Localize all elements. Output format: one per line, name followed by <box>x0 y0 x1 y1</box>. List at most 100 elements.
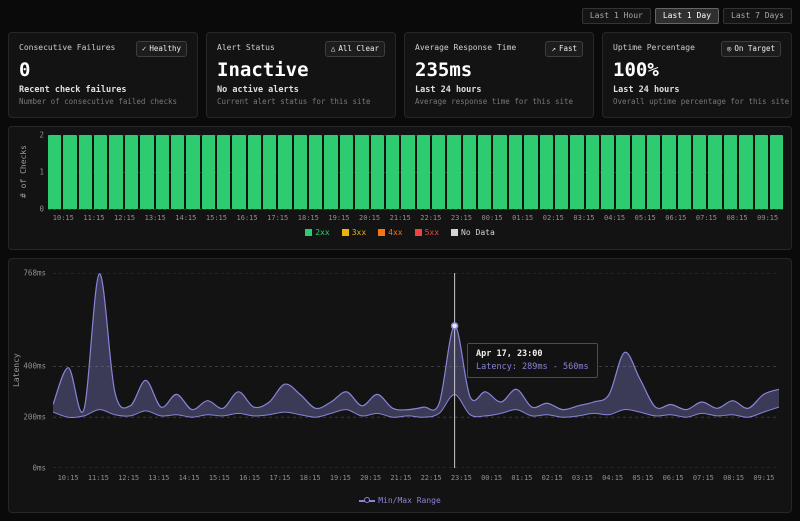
time-range-button-last-1-day[interactable]: Last 1 Day <box>655 8 719 24</box>
legend-label: 2xx <box>315 228 329 237</box>
alert-triangle-icon: △ <box>331 45 336 53</box>
check-bar[interactable] <box>48 135 61 209</box>
badge-label: Healthy <box>149 45 181 53</box>
check-bar[interactable] <box>186 135 199 209</box>
x-tick-label: 14:15 <box>174 474 204 486</box>
x-tick-label: 06:15 <box>658 474 688 486</box>
status-badge: ↗ Fast <box>545 41 583 57</box>
check-bar[interactable] <box>678 135 691 209</box>
check-bar[interactable] <box>770 135 783 209</box>
check-bar[interactable] <box>309 135 322 209</box>
check-bar[interactable] <box>324 135 337 209</box>
min-max-legend-item[interactable]: Min/Max Range <box>359 496 441 505</box>
y-tick-label: 0 <box>39 205 44 213</box>
check-bar[interactable] <box>509 135 522 209</box>
x-tick-label: 23:15 <box>446 474 476 486</box>
check-bar[interactable] <box>417 135 430 209</box>
legend-item-3xx[interactable]: 3xx <box>342 228 366 237</box>
check-bar[interactable] <box>278 135 291 209</box>
check-bar[interactable] <box>156 135 169 209</box>
check-bar[interactable] <box>693 135 706 209</box>
card-description: Overall uptime percentage for this site <box>613 97 781 106</box>
legend-label: 5xx <box>425 228 439 237</box>
check-bar[interactable] <box>94 135 107 209</box>
checks-plot-area[interactable] <box>48 135 783 209</box>
check-bar[interactable] <box>140 135 153 209</box>
legend-swatch-icon <box>415 229 422 236</box>
x-tick-label: 09:15 <box>752 214 783 222</box>
check-bar[interactable] <box>478 135 491 209</box>
check-bar[interactable] <box>340 135 353 209</box>
check-bar[interactable] <box>432 135 445 209</box>
check-bar[interactable] <box>125 135 138 209</box>
x-tick-label: 03:15 <box>567 474 597 486</box>
x-tick-label: 02:15 <box>537 474 567 486</box>
time-range-button-last-7-days[interactable]: Last 7 Days <box>723 8 792 24</box>
check-bar[interactable] <box>586 135 599 209</box>
max-line <box>53 274 779 413</box>
check-bar[interactable] <box>263 135 276 209</box>
check-bar[interactable] <box>109 135 122 209</box>
check-bar[interactable] <box>355 135 368 209</box>
check-bar[interactable] <box>171 135 184 209</box>
check-bar[interactable] <box>524 135 537 209</box>
gridline <box>48 209 783 210</box>
check-bar[interactable] <box>232 135 245 209</box>
legend-item-4xx[interactable]: 4xx <box>378 228 402 237</box>
legend-item-2xx[interactable]: 2xx <box>305 228 329 237</box>
legend-swatch-icon <box>305 229 312 236</box>
check-bar[interactable] <box>371 135 384 209</box>
check-bar[interactable] <box>63 135 76 209</box>
legend-item-5xx[interactable]: 5xx <box>415 228 439 237</box>
time-range-button-last-1-hour[interactable]: Last 1 Hour <box>582 8 651 24</box>
legend-swatch-icon <box>451 229 458 236</box>
check-bar[interactable] <box>632 135 645 209</box>
check-bar[interactable] <box>386 135 399 209</box>
x-tick-label: 16:15 <box>232 214 263 222</box>
latency-plot-area[interactable] <box>53 273 779 468</box>
check-bar[interactable] <box>79 135 92 209</box>
x-tick-label: 10:15 <box>53 474 83 486</box>
check-bar[interactable] <box>616 135 629 209</box>
check-bar[interactable] <box>755 135 768 209</box>
latency-tooltip: Apr 17, 23:00 Latency: 289ms - 560ms <box>467 343 598 378</box>
x-tick-label: 03:15 <box>569 214 600 222</box>
check-bar[interactable] <box>202 135 215 209</box>
check-bar[interactable] <box>463 135 476 209</box>
legend-item-no-data[interactable]: No Data <box>451 228 495 237</box>
active-point-dot <box>452 323 458 329</box>
check-bar[interactable] <box>601 135 614 209</box>
x-tick-label: 09:15 <box>749 474 779 486</box>
x-tick-label: 16:15 <box>235 474 265 486</box>
legend-label: No Data <box>461 228 495 237</box>
x-tick-label: 12:15 <box>114 474 144 486</box>
check-bar[interactable] <box>570 135 583 209</box>
check-bar[interactable] <box>217 135 230 209</box>
x-tick-label: 19:15 <box>324 214 355 222</box>
check-bar[interactable] <box>724 135 737 209</box>
x-tick-label: 23:15 <box>446 214 477 222</box>
x-tick-label: 08:15 <box>719 474 749 486</box>
check-bar[interactable] <box>662 135 675 209</box>
check-bar[interactable] <box>447 135 460 209</box>
badge-label: All Clear <box>338 45 379 53</box>
check-bar[interactable] <box>555 135 568 209</box>
check-bar[interactable] <box>401 135 414 209</box>
x-tick-label: 00:15 <box>477 474 507 486</box>
x-tick-label: 21:15 <box>385 214 416 222</box>
check-bar[interactable] <box>248 135 261 209</box>
check-bar[interactable] <box>294 135 307 209</box>
latency-chart-panel: Latency 0ms200ms400ms768ms 10:1511:1512:… <box>8 258 792 513</box>
x-tick-label: 15:15 <box>201 214 232 222</box>
stat-card-alert-status: Alert Status △ All Clear Inactive No act… <box>206 32 396 118</box>
check-bar[interactable] <box>739 135 752 209</box>
check-bar[interactable] <box>540 135 553 209</box>
checks-y-axis-label: # of Checks <box>17 135 30 209</box>
x-tick-label: 02:15 <box>538 214 569 222</box>
x-tick-label: 18:15 <box>293 214 324 222</box>
check-bar[interactable] <box>647 135 660 209</box>
status-badge: ✓ Healthy <box>136 41 187 57</box>
check-bar[interactable] <box>493 135 506 209</box>
check-bar[interactable] <box>708 135 721 209</box>
x-tick-label: 13:15 <box>144 474 174 486</box>
